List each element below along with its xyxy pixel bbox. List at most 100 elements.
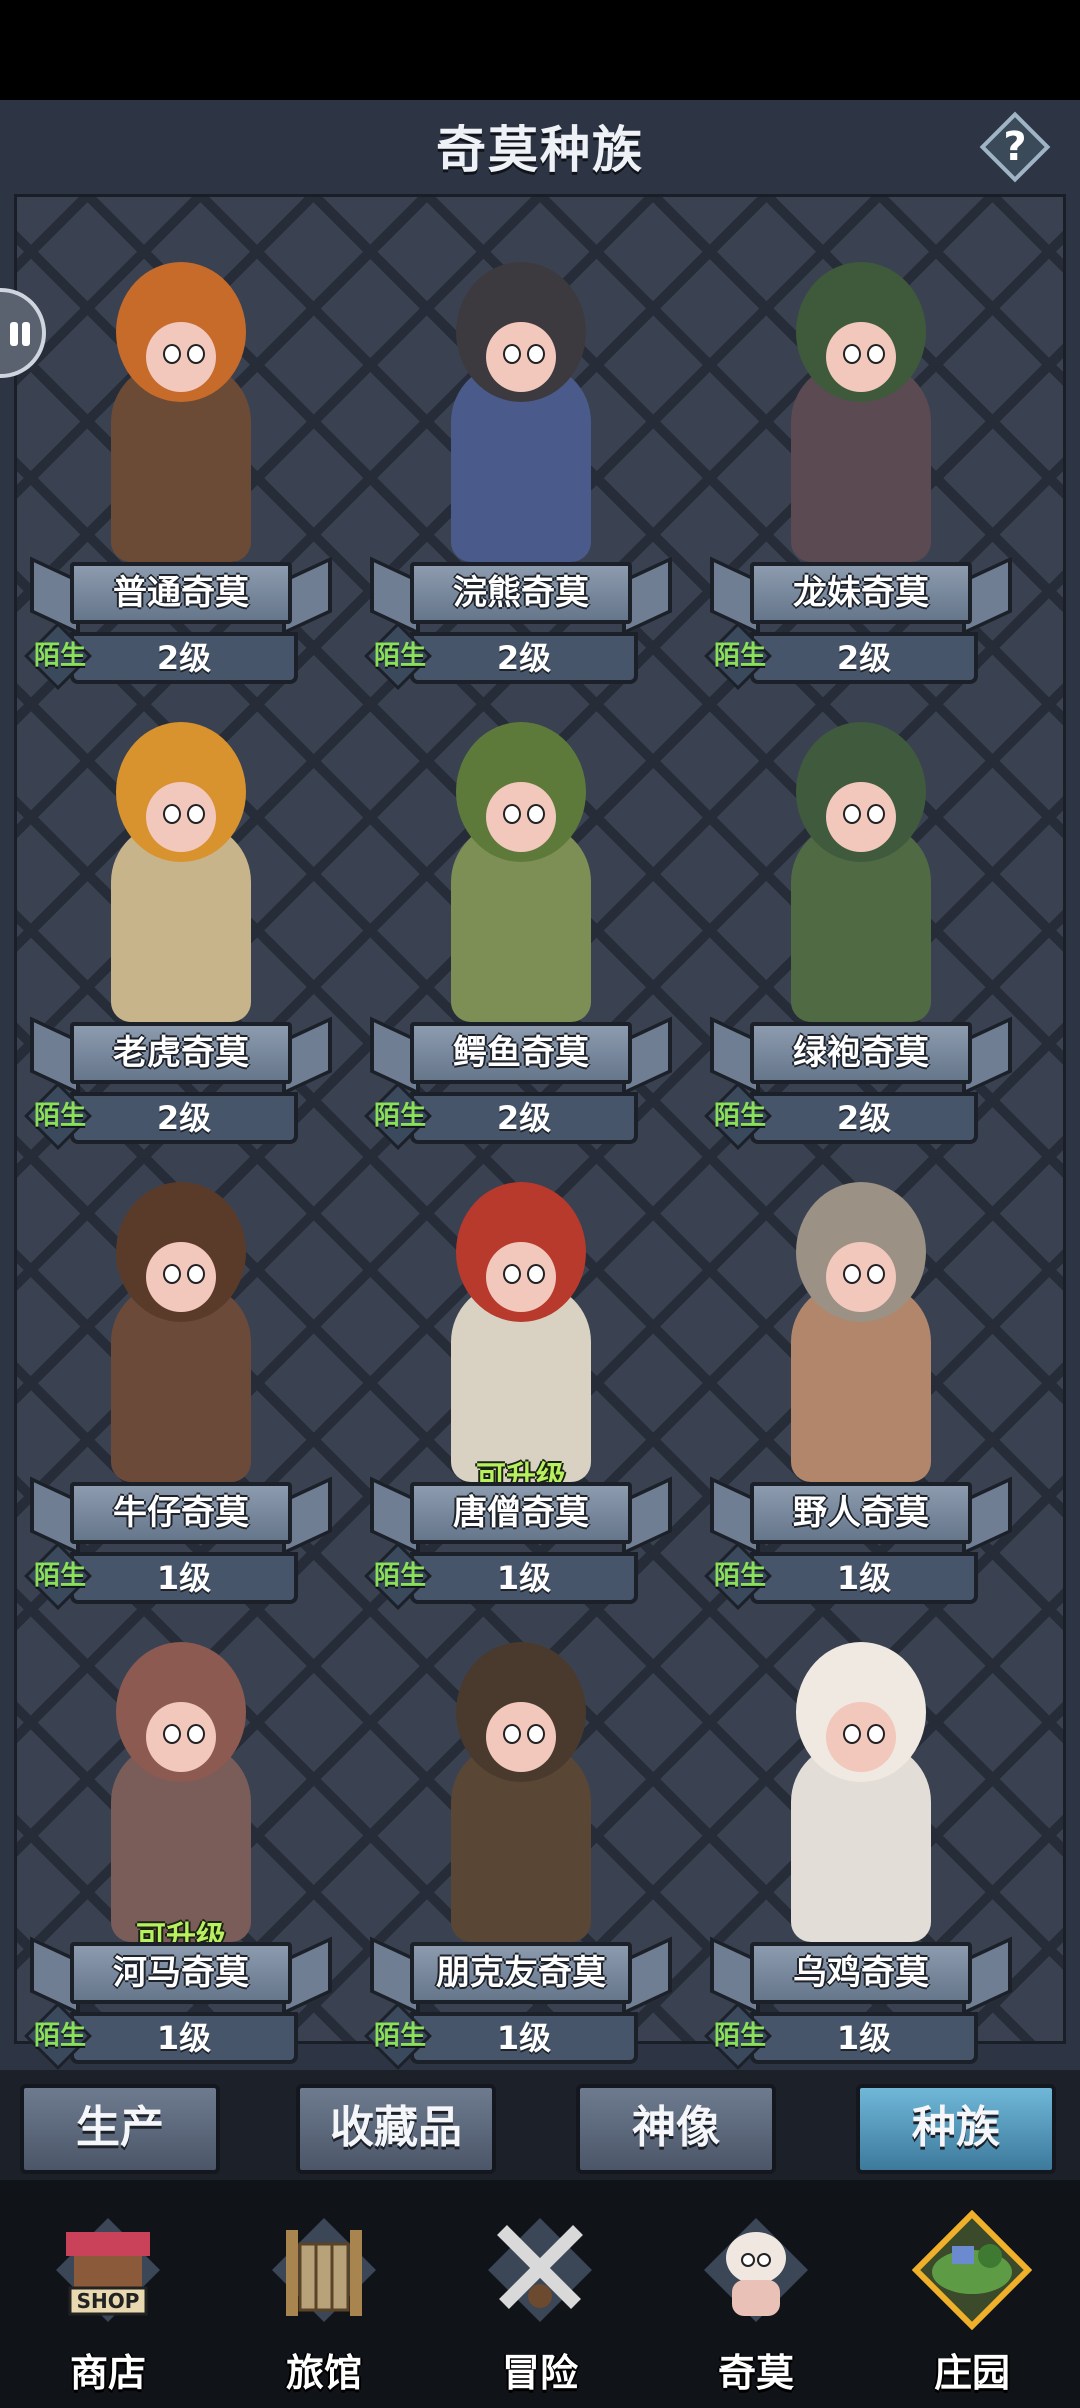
race-level: 2级 [750,1092,978,1144]
name-banner: 普通奇莫 [30,556,332,636]
page-title: 奇莫种族 [436,121,644,179]
race-card[interactable]: 绿袍奇莫 2级 陌生 [696,692,1026,1150]
name-banner: 龙妹奇莫 [710,556,1012,636]
portrait-face [486,322,556,392]
portrait-eye [527,1264,545,1284]
portrait-face [146,1242,216,1312]
familiarity-tag: 陌生 [24,1542,92,1610]
portrait-face [146,322,216,392]
character-portrait [771,712,951,1032]
name-banner: 河马奇莫 [30,1936,332,2016]
race-level: 1级 [750,1552,978,1604]
portrait-eye [503,1724,521,1744]
qimo-character-icon [704,2218,808,2322]
character-portrait [91,712,271,1032]
portrait-eye [163,804,181,824]
familiarity-tag: 陌生 [704,622,772,690]
familiarity-label: 陌生 [713,1101,766,1131]
nav-manor[interactable]: 庄园 [872,2190,1072,2408]
nav-label: 冒险 [501,2351,578,2395]
nav-adventure[interactable]: 冒险 [440,2190,640,2408]
portrait-face [826,1702,896,1772]
manor-island-icon [912,2210,1032,2330]
name-banner: 唐僧奇莫 [370,1476,672,1556]
shop-icon: SHOP [56,2218,160,2322]
familiarity-tag: 陌生 [364,622,432,690]
familiarity-label: 陌生 [33,1561,86,1591]
character-portrait [771,252,951,572]
character-portrait [91,1632,271,1952]
race-level: 1级 [410,1552,638,1604]
character-portrait [431,252,611,572]
race-name: 河马奇莫 [70,1942,292,2004]
familiarity-tag: 陌生 [364,1542,432,1610]
race-name: 龙妹奇莫 [750,562,972,624]
familiarity-label: 陌生 [373,641,426,671]
character-portrait [771,1172,951,1492]
nav-label: 庄园 [933,2351,1010,2395]
help-label: ? [1003,124,1027,170]
race-card[interactable]: 浣熊奇莫 2级 陌生 [356,232,686,690]
familiarity-label: 陌生 [373,1101,426,1131]
nav-shop[interactable]: SHOP 商店 [8,2190,208,2408]
nav-inn[interactable]: 旅馆 [224,2190,424,2408]
race-card[interactable]: 野人奇莫 1级 陌生 [696,1152,1026,1610]
portrait-eye [867,344,885,364]
portrait-eye [867,1264,885,1284]
portrait-eye [527,344,545,364]
portrait-eye [503,804,521,824]
familiarity-label: 陌生 [33,2021,86,2051]
inn-gate-icon [272,2218,376,2322]
race-level: 1级 [750,2012,978,2064]
familiarity-label: 陌生 [713,641,766,671]
race-card[interactable]: 乌鸡奇莫 1级 陌生 [696,1612,1026,2070]
status-bar [0,0,1080,100]
race-level: 2级 [410,1092,638,1144]
name-banner: 鳄鱼奇莫 [370,1016,672,1096]
portrait-eye [843,804,861,824]
tab-production[interactable]: 生产 [20,2084,220,2174]
familiarity-label: 陌生 [713,1561,766,1591]
portrait-face [146,1702,216,1772]
portrait-eye [163,1724,181,1744]
race-name: 鳄鱼奇莫 [410,1022,632,1084]
portrait-eye [867,804,885,824]
name-banner: 牛仔奇莫 [30,1476,332,1556]
race-card[interactable]: 牛仔奇莫 1级 陌生 [16,1152,346,1610]
race-card[interactable]: 老虎奇莫 2级 陌生 [16,692,346,1150]
race-card[interactable]: 普通奇莫 2级 陌生 [16,232,346,690]
familiarity-tag: 陌生 [364,1082,432,1150]
nav-qimo[interactable]: 奇莫 [656,2190,856,2408]
race-name: 普通奇莫 [70,562,292,624]
portrait-eye [187,804,205,824]
race-name: 绿袍奇莫 [750,1022,972,1084]
race-level: 1级 [410,2012,638,2064]
race-card[interactable]: 可升级 河马奇莫 1级 陌生 [16,1612,346,2070]
race-card[interactable]: 朋克友奇莫 1级 陌生 [356,1612,686,2070]
race-name: 浣熊奇莫 [410,562,632,624]
tab-races[interactable]: 种族 [856,2084,1056,2174]
familiarity-label: 陌生 [373,2021,426,2051]
race-card[interactable]: 可升级 唐僧奇莫 1级 陌生 [356,1152,686,1610]
familiarity-label: 陌生 [33,1101,86,1131]
portrait-eye [843,1264,861,1284]
race-name: 老虎奇莫 [70,1022,292,1084]
familiarity-tag: 陌生 [364,2002,432,2070]
tab-collectibles[interactable]: 收藏品 [296,2084,496,2174]
race-name: 唐僧奇莫 [410,1482,632,1544]
race-card[interactable]: 鳄鱼奇莫 2级 陌生 [356,692,686,1150]
familiarity-label: 陌生 [373,1561,426,1591]
familiarity-tag: 陌生 [704,1542,772,1610]
race-card[interactable]: 龙妹奇莫 2级 陌生 [696,232,1026,690]
help-button[interactable]: ? [979,111,1051,183]
race-level: 1级 [70,1552,298,1604]
portrait-eye [503,344,521,364]
familiarity-tag: 陌生 [24,622,92,690]
name-banner: 浣熊奇莫 [370,556,672,636]
tab-statues[interactable]: 神像 [576,2084,776,2174]
race-level: 1级 [70,2012,298,2064]
name-banner: 老虎奇莫 [30,1016,332,1096]
portrait-face [486,1702,556,1772]
familiarity-label: 陌生 [33,641,86,671]
nav-label: 商店 [69,2351,146,2395]
